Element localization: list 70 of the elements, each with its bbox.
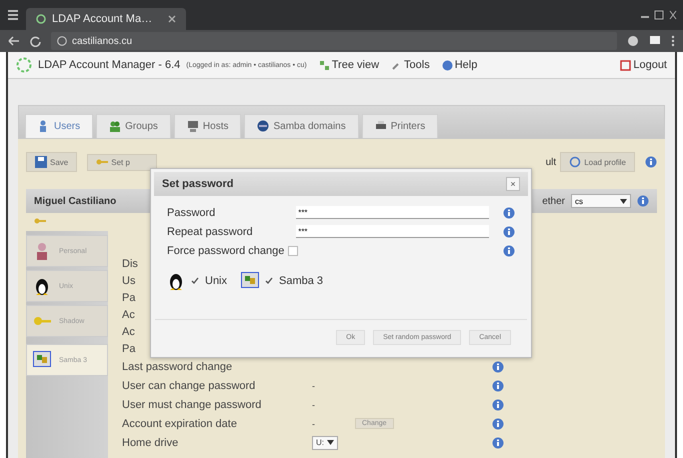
field-label: Pa bbox=[122, 342, 136, 354]
caret-icon bbox=[327, 440, 334, 445]
field-label: Us bbox=[122, 274, 136, 286]
tree-icon bbox=[318, 60, 330, 70]
field-label: Home drive bbox=[122, 436, 180, 448]
password-field[interactable]: *** bbox=[296, 206, 489, 219]
header-link[interactable]: Logout bbox=[620, 59, 667, 71]
field-label: Password bbox=[167, 206, 216, 218]
exit-icon bbox=[620, 60, 632, 70]
tab[interactable]: Hosts bbox=[174, 114, 242, 138]
checkbox[interactable] bbox=[265, 277, 274, 285]
header-link[interactable]: Tools bbox=[391, 59, 430, 71]
globe-icon bbox=[257, 120, 270, 133]
field-label: Ac bbox=[122, 326, 135, 338]
penguin-icon bbox=[167, 272, 185, 290]
info-icon bbox=[57, 36, 67, 46]
field-label: Account expiration date bbox=[122, 418, 238, 430]
samba-icon bbox=[241, 272, 260, 290]
address-field[interactable]: castilianos.cu bbox=[51, 32, 617, 50]
tab[interactable]: Printers bbox=[362, 114, 438, 138]
computer-icon bbox=[186, 120, 199, 133]
field-label: Last password change bbox=[122, 360, 234, 372]
more-icon[interactable] bbox=[671, 35, 675, 47]
field-label: User can change password bbox=[122, 380, 256, 392]
header-link[interactable]: Tree view bbox=[318, 59, 380, 71]
reload-icon[interactable] bbox=[30, 36, 41, 46]
caret-icon bbox=[620, 198, 627, 204]
field-label: Dis bbox=[122, 258, 138, 270]
tab-title: LDAP Account Ma… bbox=[52, 13, 154, 25]
window-controls-icon bbox=[641, 10, 677, 20]
back-icon[interactable] bbox=[8, 36, 20, 46]
samba-icon bbox=[33, 351, 51, 369]
checkbox[interactable] bbox=[191, 277, 199, 285]
url-text: castilianos.cu bbox=[72, 36, 132, 46]
tab[interactable]: Samba domains bbox=[244, 114, 359, 138]
group-icon bbox=[109, 120, 122, 133]
field-label: Ac bbox=[122, 308, 135, 320]
key-icon bbox=[34, 217, 46, 225]
key-icon bbox=[96, 158, 108, 166]
checkbox[interactable] bbox=[288, 246, 298, 256]
header-link[interactable]: Help bbox=[442, 59, 478, 71]
field-label: Repeat password bbox=[167, 226, 254, 238]
dialog-title: Set password bbox=[162, 178, 234, 190]
app-title: LDAP Account Manager - 6.4 bbox=[38, 59, 180, 71]
field-label: Pa bbox=[122, 292, 136, 304]
select-field[interactable]: U: bbox=[312, 436, 338, 450]
select-field[interactable]: cs bbox=[571, 194, 631, 208]
tab[interactable]: Users bbox=[25, 114, 94, 138]
checkbox-label: Unix bbox=[205, 275, 228, 287]
logo-icon bbox=[16, 57, 32, 73]
close-icon[interactable] bbox=[168, 15, 176, 23]
account-name: Miguel Castiliano bbox=[34, 196, 116, 206]
logo-icon bbox=[36, 14, 46, 24]
penguin-icon bbox=[33, 277, 51, 295]
field-label: ether bbox=[542, 196, 565, 206]
save-button[interactable]: Save bbox=[26, 152, 78, 172]
set-password-button[interactable]: Set p bbox=[87, 154, 158, 170]
load-profile-button[interactable]: Load profile bbox=[560, 152, 635, 172]
menu-icon[interactable] bbox=[8, 9, 18, 21]
checkbox-label: Samba 3 bbox=[279, 275, 324, 287]
browser-tab[interactable]: LDAP Account Ma… bbox=[26, 8, 186, 30]
field-label: Force password change bbox=[167, 244, 284, 256]
close-button[interactable]: × bbox=[506, 177, 520, 191]
profile-label: ult bbox=[546, 156, 556, 168]
field-value: - bbox=[312, 400, 315, 410]
tab[interactable]: Groups bbox=[96, 114, 171, 138]
field-value: - bbox=[312, 418, 315, 428]
password-field[interactable]: *** bbox=[296, 225, 489, 238]
field-value: - bbox=[312, 380, 315, 390]
field-label: User must change password bbox=[122, 398, 262, 410]
